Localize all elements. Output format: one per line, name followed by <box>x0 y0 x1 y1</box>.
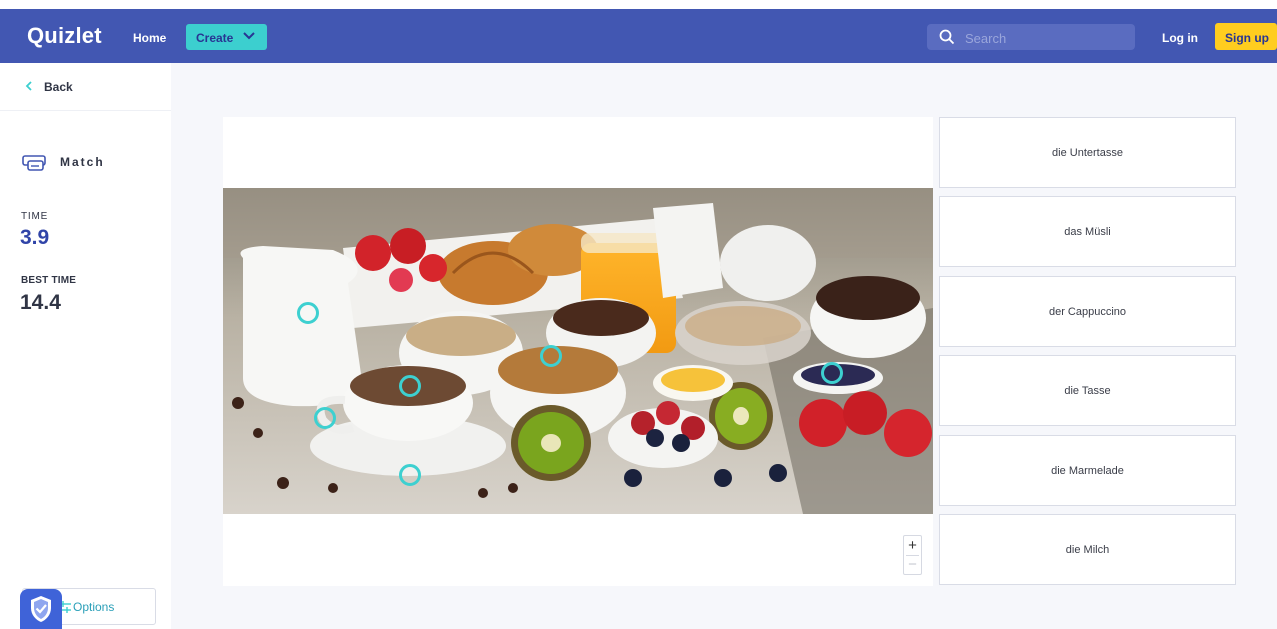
term-label: die Untertasse <box>1052 146 1123 159</box>
breakfast-illustration <box>223 188 933 514</box>
signup-button[interactable]: Sign up <box>1215 23 1277 50</box>
term-tile[interactable]: die Marmelade <box>939 435 1236 506</box>
home-link[interactable]: Home <box>133 31 166 45</box>
zoom-controls: + − <box>903 535 922 575</box>
term-label: der Cappuccino <box>1048 305 1127 318</box>
top-navigation-bar: Quizlet Home Create Log in Sign up <box>0 0 1277 63</box>
login-link[interactable]: Log in <box>1162 31 1198 45</box>
term-tile[interactable]: das Müsli <box>939 196 1236 267</box>
quizlet-logo[interactable]: Quizlet <box>27 23 102 49</box>
hotspot-cup[interactable] <box>314 407 336 429</box>
search-box[interactable] <box>927 24 1135 50</box>
term-tile[interactable]: die Milch <box>939 514 1236 585</box>
time-value: 3.9 <box>20 226 50 249</box>
back-label: Back <box>44 80 73 94</box>
diagram-card: + − <box>223 117 933 586</box>
zoom-out-button[interactable]: − <box>904 556 921 575</box>
privacy-shield-badge[interactable] <box>20 589 62 629</box>
hotspot-saucer[interactable] <box>399 464 421 486</box>
term-label: das Müsli <box>1064 225 1111 238</box>
create-button[interactable]: Create <box>186 24 267 50</box>
best-time-label: BEST TIME <box>21 275 77 286</box>
hotspot-jam[interactable] <box>821 362 843 384</box>
zoom-in-button[interactable]: + <box>904 536 921 555</box>
hotspot-cappuccino[interactable] <box>399 375 421 397</box>
term-tile[interactable]: der Cappuccino <box>939 276 1236 347</box>
match-mode-icon <box>22 155 46 171</box>
term-label: die Milch <box>1065 543 1110 556</box>
term-tile[interactable]: die Tasse <box>939 355 1236 426</box>
mode-title: Match <box>60 155 105 169</box>
breakfast-photo <box>223 188 933 514</box>
hotspot-milk[interactable] <box>297 302 319 324</box>
hotspot-muesli[interactable] <box>540 345 562 367</box>
sidebar-divider <box>0 110 171 111</box>
term-label: die Marmelade <box>1051 464 1124 477</box>
shield-check-icon <box>31 596 51 622</box>
chevron-left-icon <box>25 81 32 91</box>
term-tile[interactable]: die Untertasse <box>939 117 1236 188</box>
sidebar: Back Match TIME 3.9 BEST TIME 14.4 Optio… <box>0 63 171 629</box>
search-icon <box>939 29 955 45</box>
best-time-value: 14.4 <box>20 291 61 314</box>
search-input[interactable] <box>963 27 1127 49</box>
top-strip <box>0 0 1277 9</box>
options-label: Options <box>73 600 115 614</box>
create-label: Create <box>196 31 234 45</box>
time-label: TIME <box>21 211 49 222</box>
chevron-down-icon <box>243 32 255 40</box>
term-label: die Tasse <box>1064 384 1111 397</box>
